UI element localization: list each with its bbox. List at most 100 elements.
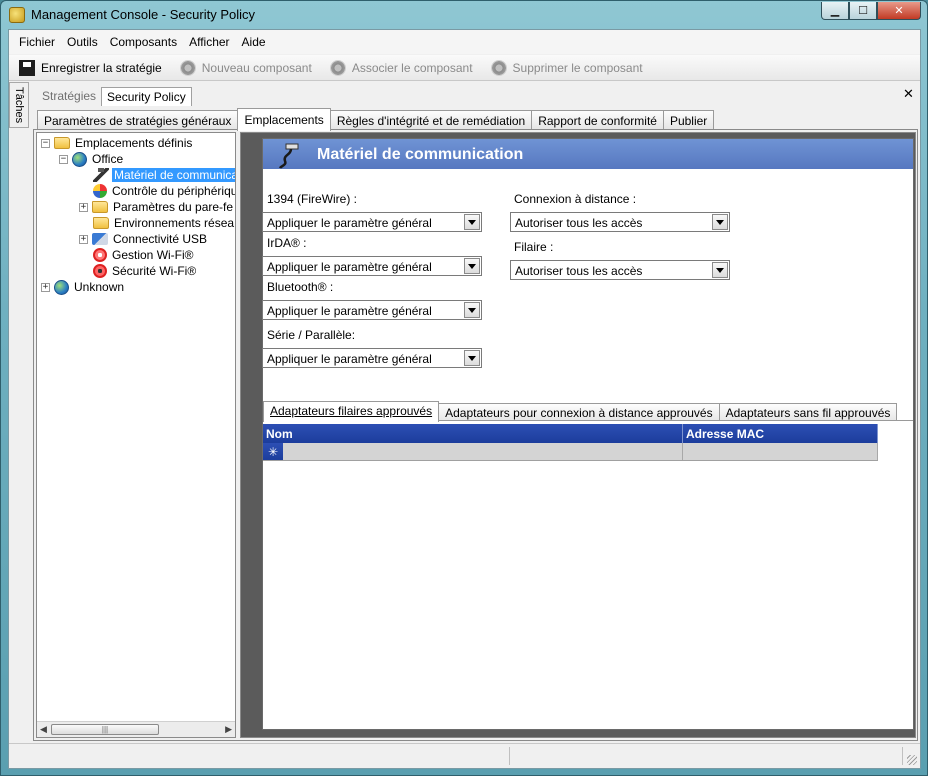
menu-afficher[interactable]: Afficher [183,33,235,51]
document-tabs: Stratégies Security Policy [37,87,192,106]
expand-icon[interactable]: + [79,202,88,212]
tab-dialup-adapters[interactable]: Adaptateurs pour connexion à distance ap… [438,403,720,421]
table-row-new[interactable]: ✳ [263,443,878,461]
dialup-select[interactable]: Autoriser tous les accès [510,212,730,232]
chevron-down-icon[interactable] [464,214,480,230]
detail-area: Matériel de communication 1394 (FireWire… [240,132,916,738]
menu-fichier[interactable]: Fichier [13,33,61,51]
collapse-icon[interactable]: − [41,138,50,148]
tree-label: Connectivité USB [113,232,208,246]
adapters-grid: Nom Adresse MAC ✳ [263,424,878,461]
status-bar [9,743,920,768]
tree-node-wifi-management[interactable]: Gestion Wi-Fi® [93,247,196,263]
expand-icon[interactable]: + [41,282,50,292]
wifi-icon [93,248,107,262]
tree-label: Emplacements définis [75,136,193,150]
dialup-label: Connexion à distance : [514,192,637,206]
chevron-down-icon[interactable] [712,262,728,278]
bluetooth-select[interactable]: Appliquer le paramètre général [262,300,482,320]
firewire-select[interactable]: Appliquer le paramètre général [262,212,482,232]
chevron-down-icon[interactable] [712,214,728,230]
tab-publish[interactable]: Publier [662,110,715,130]
new-component-button[interactable]: Nouveau composant [174,58,318,78]
name-cell[interactable] [283,443,683,460]
tree-label: Contrôle du périphériqu [112,184,236,198]
expand-icon[interactable]: + [79,234,88,244]
tree-node-office[interactable]: − Office [59,151,125,167]
status-separator [902,747,903,765]
tab-integrity-rules[interactable]: Règles d'intégrité et de remédiation [329,110,533,130]
chevron-down-icon[interactable] [464,350,480,366]
chevron-down-icon[interactable] [464,302,480,318]
cable-icon [93,168,109,182]
close-button[interactable]: ✕ [877,2,921,20]
globe-icon [54,279,69,295]
tree-label: Environnements résea [114,216,235,230]
tab-compliance-report[interactable]: Rapport de conformité [531,110,664,130]
minimize-button[interactable]: ▁ [821,2,849,20]
wired-label: Filaire : [514,240,554,254]
bluetooth-label: Bluetooth® : [267,280,334,294]
new-row-icon: ✳ [263,443,283,460]
tree-node-firewall-settings[interactable]: + Paramètres du pare-fe [79,199,235,215]
component-link-icon [329,59,346,76]
tab-locations[interactable]: Emplacements [237,108,331,131]
mac-cell[interactable] [683,443,878,460]
tree-node-communication-hardware[interactable]: Matériel de communica [93,167,235,183]
folder-icon [93,217,109,229]
tree-node-defined-locations[interactable]: − Emplacements définis [41,135,194,151]
save-policy-button[interactable]: Enregistrer la stratégie [13,58,168,78]
wired-select[interactable]: Autoriser tous les accès [510,260,730,280]
usb-icon [92,233,108,245]
tree-node-network-environments[interactable]: Environnements résea [93,215,235,231]
doc-tab-security-policy[interactable]: Security Policy [101,87,192,106]
scroll-left-icon[interactable]: ◀ [40,724,47,735]
device-control-icon [93,184,107,198]
scroll-right-icon[interactable]: ▶ [225,724,232,735]
column-header-mac[interactable]: Adresse MAC [683,424,878,443]
title-bar[interactable]: Management Console - Security Policy ▁ ☐… [1,1,927,29]
column-header-name[interactable]: Nom [263,424,683,443]
associate-component-button[interactable]: Associer le composant [324,58,479,78]
doc-tab-strategies[interactable]: Stratégies [37,87,101,106]
globe-icon [72,151,87,167]
maximize-button[interactable]: ☐ [849,2,877,20]
collapse-icon[interactable]: − [59,154,68,164]
grid-header: Nom Adresse MAC [263,424,878,443]
scroll-thumb[interactable]: ||| [51,724,159,735]
serial-parallel-label: Série / Parallèle: [267,328,356,342]
tree-horizontal-scrollbar[interactable]: ◀ ||| ▶ [37,721,235,737]
tree-node-usb-connectivity[interactable]: + Connectivité USB [79,231,209,247]
menu-composants[interactable]: Composants [104,33,183,51]
irda-select[interactable]: Appliquer le paramètre général [262,256,482,276]
tree-node-unknown[interactable]: + Unknown [41,279,126,295]
communication-hardware-form: Matériel de communication 1394 (FireWire… [262,138,914,730]
delete-component-button[interactable]: Supprimer le composant [485,58,649,78]
close-pane-icon[interactable]: ✕ [903,86,914,102]
client-area: Fichier Outils Composants Afficher Aide … [8,29,921,769]
tab-general-settings[interactable]: Paramètres de stratégies généraux [37,110,239,130]
main-tab-strip: Paramètres de stratégies généraux Emplac… [37,108,715,131]
tab-wired-adapters[interactable]: Adaptateurs filaires approuvés [263,401,440,422]
menu-aide[interactable]: Aide [236,33,272,51]
tree-label: Paramètres du pare-fe [113,200,234,214]
serial-parallel-select[interactable]: Appliquer le paramètre général [262,348,482,368]
cable-icon [278,143,299,169]
status-separator [509,747,510,765]
tasks-side-tab[interactable]: Tâches [9,82,29,128]
tree-node-device-control[interactable]: Contrôle du périphériqu [93,183,236,199]
tree-node-wifi-security[interactable]: Sécurité Wi-Fi® [93,263,198,279]
firewire-value: Appliquer le paramètre général [267,216,432,230]
tree-label: Matériel de communica [112,168,235,182]
resize-grip-icon[interactable] [907,755,917,765]
chevron-down-icon[interactable] [464,258,480,274]
bluetooth-value: Appliquer le paramètre général [267,304,432,318]
section-header: Matériel de communication [263,139,913,169]
tree-label: Unknown [74,280,125,294]
component-gear-icon [179,59,196,76]
toolbar: Enregistrer la stratégie Nouveau composa… [9,55,920,81]
tasks-side-label: Tâches [13,87,25,124]
tab-wireless-adapters[interactable]: Adaptateurs sans fil approuvés [718,403,898,421]
app-logo-icon [9,7,25,23]
menu-outils[interactable]: Outils [61,33,104,51]
